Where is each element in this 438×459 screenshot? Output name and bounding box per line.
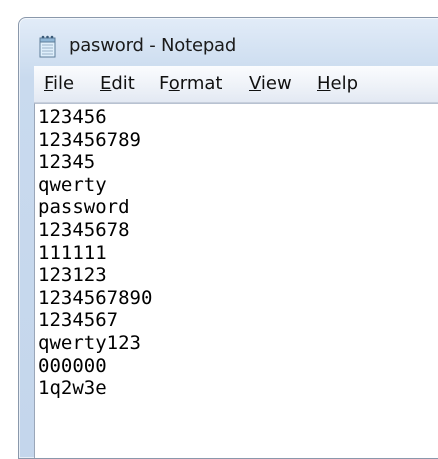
menu-bar: File Edit Format View Help xyxy=(34,66,438,103)
notepad-window: pasword - Notepad File Edit Format View … xyxy=(18,17,438,459)
text-line: password xyxy=(38,196,130,219)
menu-edit[interactable]: Edit xyxy=(100,73,135,94)
text-line: 1234567 xyxy=(38,309,119,332)
text-line: 1q2w3e xyxy=(38,377,107,400)
text-line: 12345678 xyxy=(38,218,130,241)
text-editor[interactable]: 123456 123456789 12345 qwerty password 1… xyxy=(34,103,438,458)
text-line: 000000 xyxy=(38,354,107,377)
menu-help[interactable]: Help xyxy=(317,73,358,94)
text-line: 12345 xyxy=(38,151,96,174)
editor-content[interactable]: 123456 123456789 12345 qwerty password 1… xyxy=(38,106,152,400)
text-line: qwerty xyxy=(38,173,107,196)
text-line: 1234567890 xyxy=(38,286,153,309)
title-bar[interactable]: pasword - Notepad xyxy=(19,18,438,66)
menu-format[interactable]: Format xyxy=(159,73,222,94)
text-line: 123123 xyxy=(38,264,107,287)
notepad-icon xyxy=(39,35,56,58)
window-title: pasword - Notepad xyxy=(69,35,237,56)
text-line: qwerty123 xyxy=(38,331,141,354)
text-line: 111111 xyxy=(38,241,107,264)
menu-file[interactable]: File xyxy=(44,73,74,94)
text-line: 123456 xyxy=(38,106,107,128)
menu-view[interactable]: View xyxy=(249,73,292,94)
text-line: 123456789 xyxy=(38,128,141,151)
